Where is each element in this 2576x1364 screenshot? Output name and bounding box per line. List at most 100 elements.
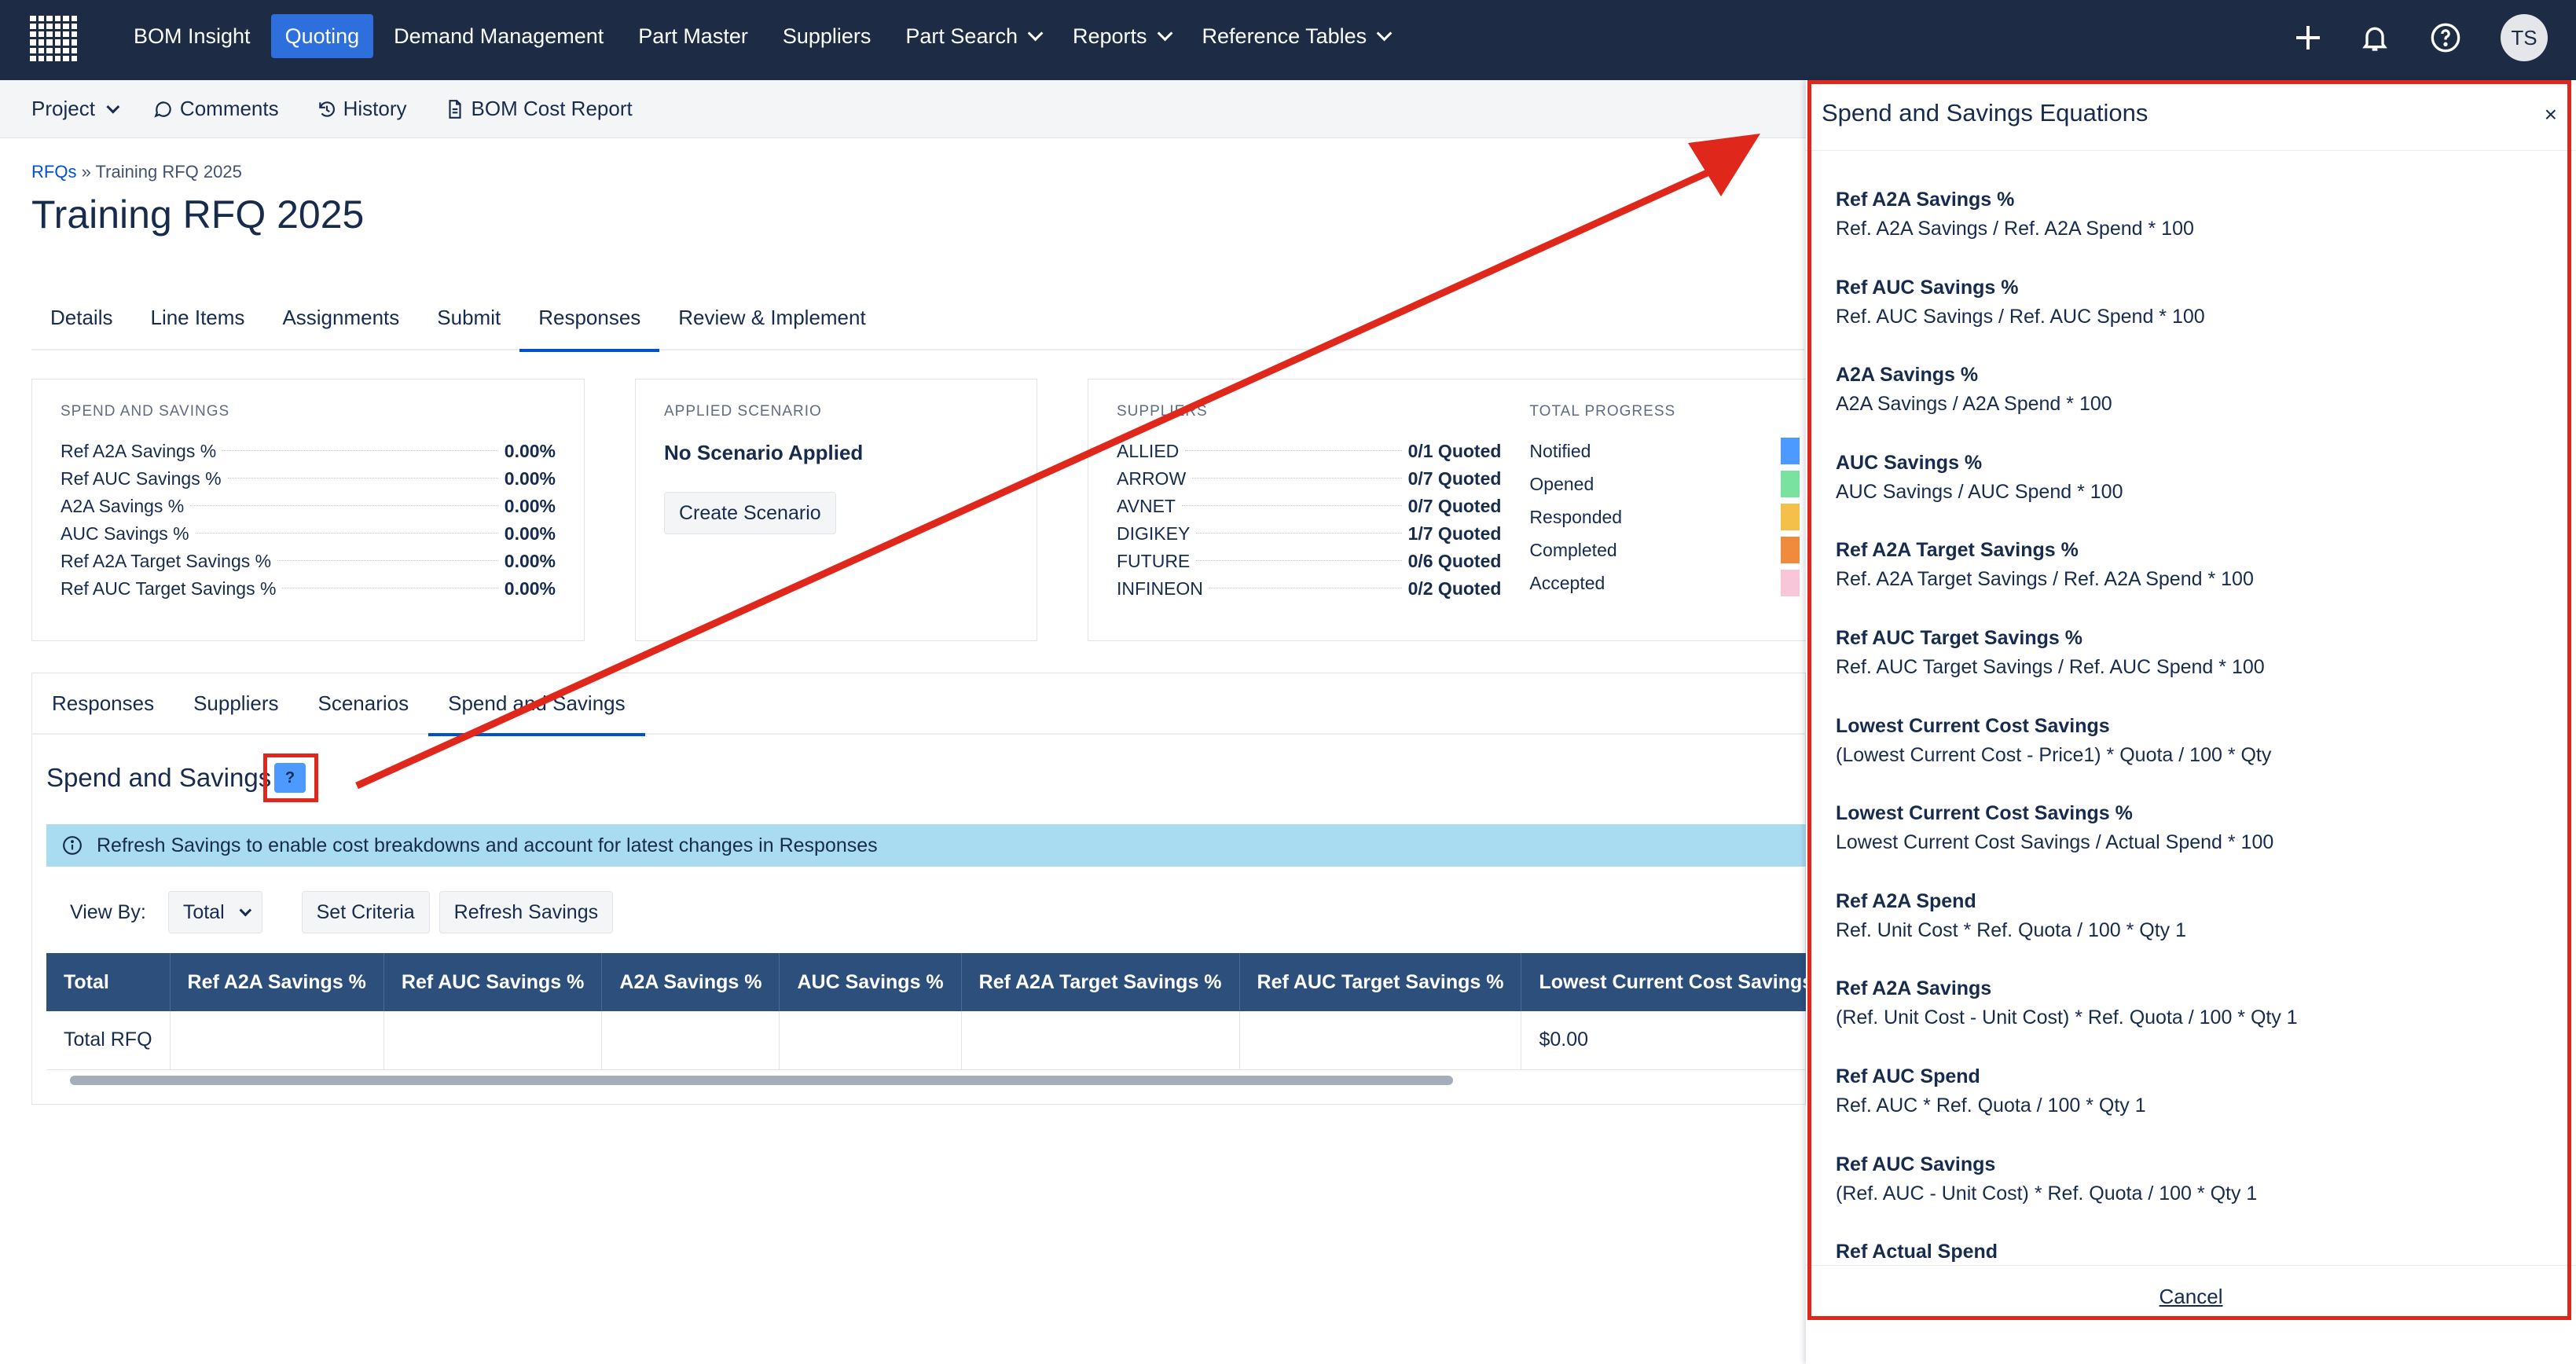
equation-formula: (Ref. Unit Cost - Unit Cost) * Ref. Quot… [1836,1006,2298,1029]
column-header[interactable]: Ref A2A Target Savings % [961,953,1240,1011]
cancel-link[interactable]: Cancel [2160,1285,2223,1309]
nav-reference-tables-label: Reference Tables [1202,24,1367,48]
equation-title: Lowest Current Cost Savings [1836,714,2110,737]
equation-formula: Ref. AUC * Ref. Quota / 100 * Qty 1 [1836,1094,2146,1116]
equation-formula: Ref. AUC Target Savings / Ref. AUC Spend… [1836,655,2265,678]
equations-list[interactable]: Ref A2A Savings % Ref. A2A Savings / Ref.… [1806,152,2576,1344]
supplier-name: DIGIKEY [1117,523,1191,544]
set-criteria-button[interactable]: Set Criteria [301,891,430,933]
help-circle-icon[interactable] [2430,22,2461,53]
page-title: Training RFQ 2025 [31,192,365,236]
progress-label: Accepted [1529,572,1605,593]
tab-review-implement[interactable]: Review & Implement [659,294,884,350]
equation-title: A2A Savings % [1836,364,1979,387]
user-avatar[interactable]: TS [2501,14,2548,61]
equation-item: Ref A2A Spend Ref. Unit Cost * Ref. Quota… [1836,887,2576,975]
progress-row: Completed [1529,534,1806,566]
project-toolbar: Project Comments History BOM Cost Report [0,80,1806,138]
breadcrumb-rfqs-link[interactable]: RFQs [31,162,76,182]
nav-bom-insight[interactable]: BOM Insight [119,14,265,58]
equation-formula: AUC Savings / AUC Spend * 100 [1836,480,2123,503]
equation-formula: Ref. A2A Savings / Ref. A2A Spend * 100 [1836,218,2194,240]
subtab-suppliers[interactable]: Suppliers [174,673,298,735]
comments-button[interactable]: Comments [153,97,279,121]
tab-details[interactable]: Details [31,294,131,350]
tab-submit[interactable]: Submit [418,294,519,350]
subtab-scenarios[interactable]: Scenarios [298,673,428,735]
bom-cost-report-label: BOM Cost Report [471,97,633,120]
equation-title: Ref Actual Spend [1836,1241,1998,1263]
table-row[interactable]: Total RFQ $0.00 [46,1011,1807,1070]
panel-footer: Cancel [1806,1265,2576,1328]
equation-title: Ref AUC Target Savings % [1836,626,2082,649]
nav-suppliers[interactable]: Suppliers [769,14,886,58]
refresh-savings-button[interactable]: Refresh Savings [439,891,614,933]
progress-bar-responded [1781,504,1800,530]
nav-reports[interactable]: Reports [1059,14,1182,58]
app-logo-icon[interactable] [30,16,77,61]
supplier-name: FUTURE [1117,551,1191,571]
supplier-quoted: 0/7 Quoted [1407,496,1502,516]
equation-title: Ref A2A Spend [1836,889,1976,912]
nav-part-master[interactable]: Part Master [624,14,762,58]
progress-row: Notified [1529,434,1806,468]
rfq-tabs: Details Line Items Assignments Submit Re… [31,294,1804,352]
column-header[interactable]: Ref A2A Savings % [170,953,384,1011]
plus-icon[interactable] [2296,26,2320,50]
nav-part-search[interactable]: Part Search [891,14,1052,58]
bell-icon[interactable] [2359,22,2391,53]
subtab-responses[interactable]: Responses [32,673,174,735]
equation-formula: Ref. A2A Target Savings / Ref. A2A Spend… [1836,568,2254,591]
savings-table: Total Ref A2A Savings % Ref AUC Savings … [46,953,1807,1070]
nav-demand-management[interactable]: Demand Management [380,14,618,58]
column-header[interactable]: Ref AUC Target Savings % [1239,953,1522,1011]
progress-bar-opened [1781,471,1800,497]
nav-reference-tables[interactable]: Reference Tables [1188,14,1402,58]
column-header[interactable]: Total [46,953,171,1011]
progress-row: Accepted [1529,566,1806,600]
kv-label: A2A Savings % [61,496,185,516]
equation-title: Ref AUC Savings % [1836,276,2019,299]
table-cell: $0.00 [1521,1011,1807,1070]
kv-value: 0.00% [504,441,556,461]
spend-savings-card-label: SPEND AND SAVINGS [61,403,230,420]
info-icon [63,836,82,855]
view-by-select[interactable]: Total [167,891,262,933]
subtab-spend-and-savings[interactable]: Spend and Savings [428,673,645,736]
create-scenario-button[interactable]: Create Scenario [664,492,836,534]
equation-title: Ref A2A Savings % [1836,189,2015,211]
comment-icon [154,101,171,118]
bom-cost-report-button[interactable]: BOM Cost Report [445,97,633,121]
progress-label: Responded [1529,506,1623,527]
history-button[interactable]: History [317,97,407,121]
close-icon[interactable]: × [2545,102,2557,127]
kv-row: Ref A2A Savings % 0.00% [61,438,556,465]
horizontal-scrollbar[interactable] [70,1076,1453,1085]
tab-line-items[interactable]: Line Items [131,294,263,350]
breadcrumb-current: Training RFQ 2025 [95,162,242,182]
equation-item: Ref AUC Savings (Ref. AUC - Unit Cost) * … [1836,1150,2576,1238]
nav-part-search-label: Part Search [905,24,1018,48]
table-cell [601,1011,780,1070]
nav-quoting[interactable]: Quoting [270,14,374,58]
main-menu: BOM Insight Quoting Demand Management Pa… [119,14,1407,58]
tab-assignments[interactable]: Assignments [263,294,418,350]
kv-row: A2A Savings % 0.00% [61,493,556,520]
chevron-down-icon [239,904,251,916]
table-cell [779,1011,962,1070]
column-header[interactable]: AUC Savings % [779,953,962,1011]
project-menu-button[interactable]: Project [31,97,120,121]
tab-responses[interactable]: Responses [519,294,660,352]
equations-side-panel: Spend and Savings Equations × Ref A2A Sa… [1806,80,2576,1364]
table-cell [170,1011,384,1070]
equation-item: Ref AUC Target Savings % Ref. AUC Target … [1836,624,2576,712]
progress-label: Completed [1529,539,1617,560]
column-header[interactable]: Lowest Current Cost Savings [1521,953,1807,1011]
supplier-quoted: 0/6 Quoted [1407,551,1502,571]
breadcrumb-separator: » [81,162,91,182]
supplier-quoted: 1/7 Quoted [1407,523,1502,544]
column-header[interactable]: A2A Savings % [601,953,780,1011]
equation-item: AUC Savings % AUC Savings / AUC Spend * 1… [1836,449,2576,537]
column-header[interactable]: Ref AUC Savings % [383,953,603,1011]
equation-item: Ref A2A Target Savings % Ref. A2A Target … [1836,536,2576,624]
